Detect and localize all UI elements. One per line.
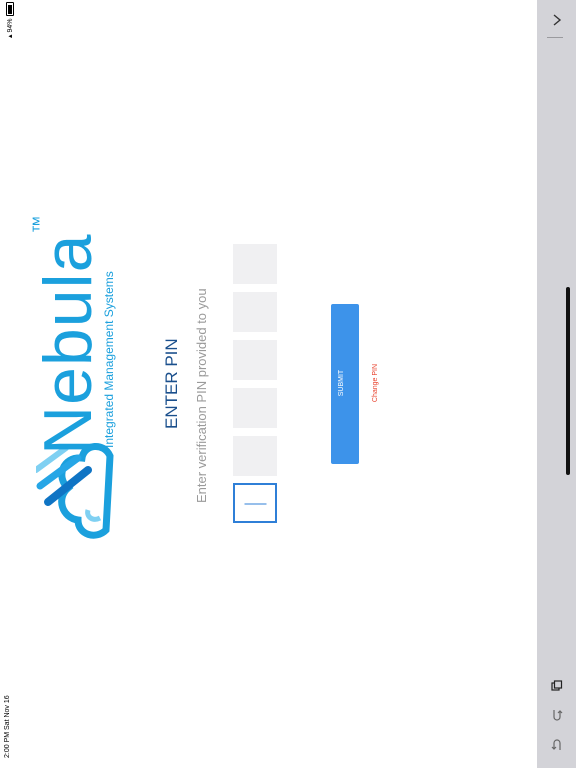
status-time: 2:00 PM Sat Nov 16: [4, 695, 11, 758]
brand-name-text: Nebula: [30, 233, 106, 456]
copy-icon[interactable]: [537, 672, 576, 700]
chevron-right-icon[interactable]: [537, 6, 576, 34]
battery-icon: [6, 2, 14, 17]
page-title: ENTER PIN: [162, 338, 181, 429]
undo-icon[interactable]: [537, 731, 576, 759]
change-pin-link[interactable]: Change PIN: [372, 361, 386, 405]
pin-digit-1-input[interactable]: [233, 483, 277, 523]
submit-button-label[interactable]: SUBMIT: [338, 360, 352, 406]
trademark: ™: [29, 214, 49, 234]
pin-digit-2-input[interactable]: [233, 436, 277, 476]
redo-icon[interactable]: [537, 701, 576, 729]
brand-name: Nebula™: [29, 203, 106, 456]
home-indicator[interactable]: [566, 287, 570, 475]
side-toolbar: [537, 0, 576, 768]
pin-digit-3-input[interactable]: [233, 388, 277, 428]
brand-tagline: Integrated Management Systems: [102, 271, 116, 448]
wifi-icon: ▴: [7, 34, 14, 38]
status-battery: ▴ 94%: [4, 2, 16, 38]
pin-digit-5-input[interactable]: [233, 292, 277, 332]
pin-digit-4-input[interactable]: [233, 340, 277, 380]
text-caret: [244, 503, 267, 505]
pin-digit-6-input[interactable]: [233, 244, 277, 284]
battery-percent: 94%: [6, 18, 14, 33]
page-subtitle: Enter verification PIN provided to you: [194, 288, 209, 503]
toolbar-divider: [547, 37, 563, 38]
